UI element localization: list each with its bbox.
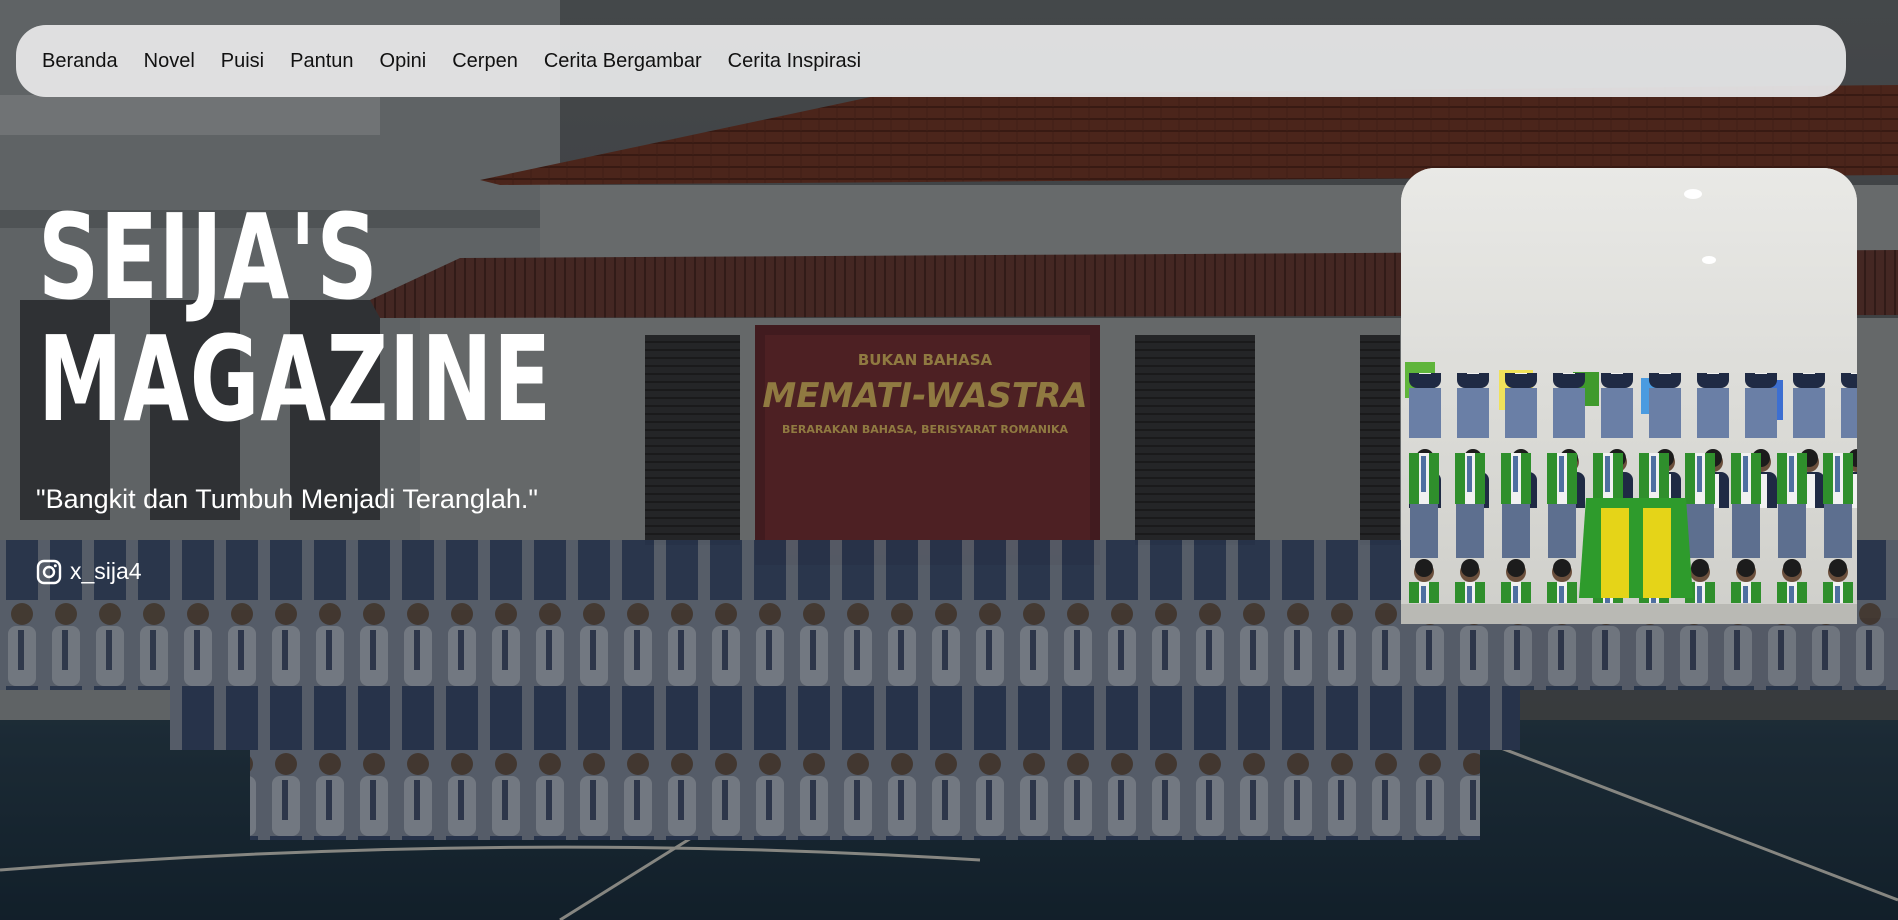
title-line-2: MAGAZINE	[38, 310, 552, 448]
nav-item-novel[interactable]: Novel	[144, 50, 195, 73]
nav-item-cerita-inspirasi[interactable]: Cerita Inspirasi	[728, 50, 861, 73]
nav-item-cerpen[interactable]: Cerpen	[452, 50, 518, 73]
hero-section: BUKAN BAHASA MEMATI-WASTRA BERARAKAN BAH…	[0, 0, 1898, 920]
featured-photo-image	[1401, 168, 1857, 624]
navbar: Beranda Novel Puisi Pantun Opini Cerpen …	[16, 25, 1846, 97]
page-title: SEIJA'S MAGAZINE	[38, 196, 552, 440]
nav-item-opini[interactable]: Opini	[380, 50, 427, 73]
instagram-handle: x_sija4	[70, 558, 142, 584]
nav-item-puisi[interactable]: Puisi	[221, 50, 264, 73]
featured-photo	[1401, 168, 1857, 624]
nav-item-beranda[interactable]: Beranda	[42, 50, 118, 73]
title-line-1: SEIJA'S	[38, 188, 379, 326]
instagram-icon	[36, 559, 62, 584]
nav-item-pantun[interactable]: Pantun	[290, 50, 353, 73]
tagline: "Bangkit dan Tumbuh Menjadi Teranglah."	[36, 484, 538, 514]
instagram-link[interactable]: x_sija4	[36, 558, 142, 585]
nav-item-cerita-bergambar[interactable]: Cerita Bergambar	[544, 50, 702, 73]
